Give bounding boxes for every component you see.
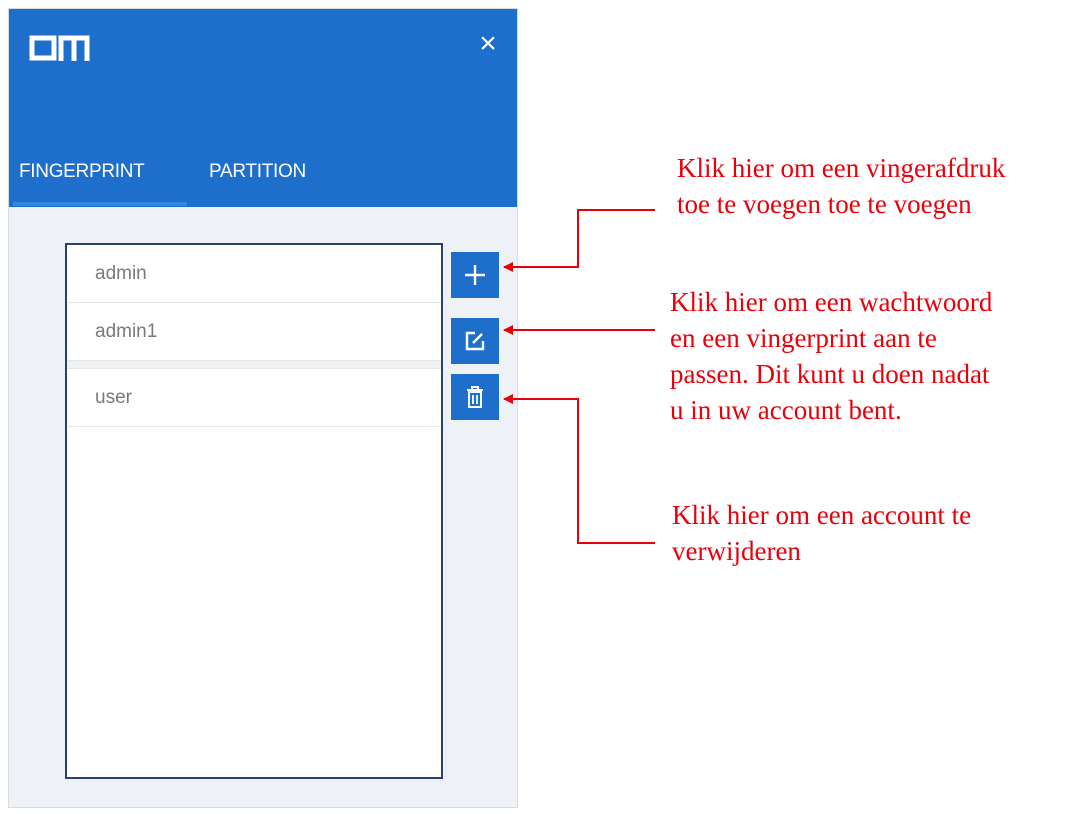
annotation-edit-line-1: Klik hier om een wachtwoord <box>670 287 993 317</box>
annotation-add-line-2: toe te voegen toe te voegen <box>677 189 972 219</box>
annotation-delete-line-2: verwijderen <box>672 536 801 566</box>
annotation-add: Klik hier om een vingerafdruk toe te voe… <box>677 150 1005 222</box>
annotation-delete-line-1: Klik hier om een account te <box>672 500 972 530</box>
active-tab-indicator <box>13 202 187 206</box>
om-logo <box>29 35 90 61</box>
edit-account-button[interactable] <box>451 318 499 364</box>
list-divider <box>67 361 441 369</box>
list-item-admin[interactable]: admin <box>67 245 441 303</box>
tab-fingerprint[interactable]: FINGERPRINT <box>19 161 145 183</box>
annotation-edit-line-2: en een vingerprint aan te <box>670 323 937 353</box>
edit-icon <box>465 331 485 351</box>
title-bar: × FINGERPRINT PARTITION <box>9 9 517 207</box>
annotation-add-line-1: Klik hier om een vingerafdruk <box>677 153 1006 183</box>
list-item-admin1[interactable]: admin1 <box>67 303 441 361</box>
add-account-button[interactable] <box>451 252 499 298</box>
plus-icon <box>465 265 485 285</box>
account-list: admin admin1 user <box>65 243 443 779</box>
annotation-edit: Klik hier om een wachtwoord en een vinge… <box>670 284 992 428</box>
trash-icon <box>467 386 483 408</box>
tab-partition[interactable]: PARTITION <box>209 161 306 183</box>
annotation-edit-line-4: u in uw account bent. <box>670 395 902 425</box>
annotation-delete: Klik hier om een account te verwijderen <box>672 497 971 569</box>
delete-account-button[interactable] <box>451 374 499 420</box>
arrow-delete <box>503 394 655 544</box>
arrow-add <box>503 209 655 272</box>
app-window: × FINGERPRINT PARTITION admin admin1 use… <box>8 8 518 808</box>
annotation-edit-line-3: passen. Dit kunt u doen nadat <box>670 359 990 389</box>
list-item-user[interactable]: user <box>67 369 441 427</box>
close-button[interactable]: × <box>473 29 503 59</box>
